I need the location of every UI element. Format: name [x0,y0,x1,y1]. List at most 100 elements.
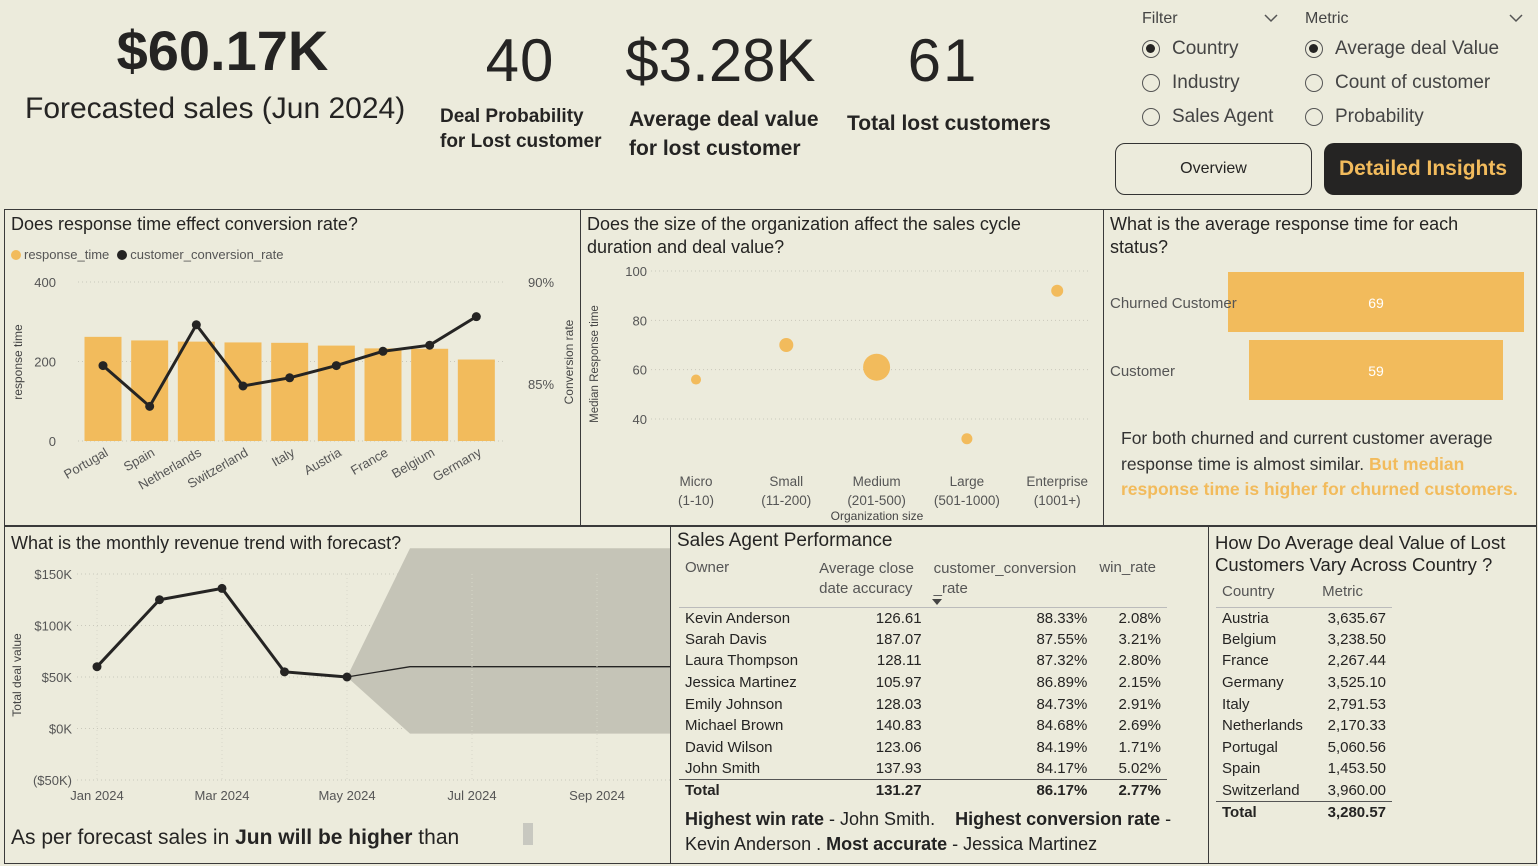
line-point [378,346,388,356]
table-row[interactable]: Switzerland 3,960.00 [1216,780,1392,802]
x-tick-label: (501-1000) [934,493,1000,508]
owner-cell: Laura Thompson [685,652,799,670]
value-cell: 87.32% [1036,652,1088,670]
x-tick-label: Portugal [61,445,111,482]
line-point [425,340,435,350]
value-cell: 128.03 [875,695,922,713]
table-row[interactable]: Kevin Anderson 126.61 88.33% 2.08% [679,607,1167,629]
scrollbar-thumb[interactable] [523,823,533,845]
line-point [191,320,201,330]
metric-option-probability[interactable]: Probability [1305,100,1523,134]
radio-icon[interactable] [1305,74,1323,92]
metric-option-average-deal-value[interactable]: Average deal Value [1305,32,1523,66]
y-axis-title: Median Response time [589,305,601,423]
country-cell: France [1222,652,1269,670]
radio-icon[interactable] [1142,40,1160,58]
x-tick-label: May 2024 [318,788,375,803]
table-row[interactable]: Italy 2,791.53 [1216,693,1392,715]
table-row[interactable]: Germany 3,525.10 [1216,672,1392,694]
detailed-insights-button[interactable]: Detailed Insights [1324,143,1522,195]
line-point [217,583,227,593]
filter-slicer: Filter Country Industry Sales Agent [1142,6,1278,134]
bar [131,340,169,441]
y-axis-title: response time [11,324,25,400]
table-row[interactable]: Netherlands 2,170.33 [1216,715,1392,737]
metric-cell: 2,791.53 [1327,695,1386,713]
column-header-conversion[interactable]: customer_conversion _rate [928,559,1094,607]
radio-icon[interactable] [1142,108,1160,126]
line-point [98,361,108,371]
value-cell: 126.61 [875,609,922,627]
metric-cell: 1,453.50 [1327,760,1386,778]
lost-customers-label: Total lost customers [847,112,1051,135]
metric-cell: 2,170.33 [1327,717,1386,735]
x-tick-label: Medium [853,474,901,489]
x-tick-label: Belgium [389,445,437,481]
y-tick-label: 200 [34,355,56,370]
filter-option-industry[interactable]: Industry [1142,66,1278,100]
column-header-country[interactable]: Country [1216,583,1316,607]
column-header-owner[interactable]: Owner [679,559,813,607]
y-tick-label: 100 [625,264,647,279]
table-row[interactable]: Spain 1,453.50 [1216,758,1392,780]
data-label: 69 [1368,295,1384,311]
country-cell: Italy [1222,695,1250,713]
chevron-down-icon[interactable] [1509,10,1523,28]
table-row[interactable]: David Wilson 123.06 84.19% 1.71% [679,737,1167,759]
response-conversion-chart: 400 200 0 90% 85% response time Conversion rat… [11,275,576,493]
x-tick-label: (11-200) [761,493,811,508]
table-row[interactable]: Emily Johnson 128.03 84.73% 2.91% [679,693,1167,715]
table-row[interactable]: Jessica Martinez 105.97 86.89% 2.15% [679,672,1167,694]
value-cell: 105.97 [875,674,922,692]
metric-cell: 3,238.50 [1327,630,1386,648]
x-tick-label: Jan 2024 [70,788,124,803]
table-row[interactable]: Austria 3,635.67 [1216,607,1392,629]
value-cell: 123.06 [875,738,922,756]
metric-option-count-of-customer[interactable]: Count of customer [1305,66,1523,100]
owner-cell: David Wilson [685,738,773,756]
table-row[interactable]: John Smith 137.93 84.17% 5.02% [679,758,1167,780]
overview-button[interactable]: Overview [1115,143,1312,195]
column-header-win-rate[interactable]: win_rate [1093,559,1167,607]
table-total-row: Total 131.27 86.17% 2.77% [679,779,1167,802]
country-cell: Spain [1222,760,1261,778]
y-tick-label: $150K [34,567,72,582]
y-tick-label: $100K [34,619,72,634]
deal-probability-label: Deal Probability for Lost customer [440,106,602,152]
chevron-down-icon[interactable] [1264,12,1278,26]
country-deal-panel: How Do Average deal Value of Lost Custom… [1208,526,1537,864]
y-tick-label: $50K [42,670,73,685]
radio-icon[interactable] [1305,40,1323,58]
table-row[interactable]: Laura Thompson 128.11 87.32% 2.80% [679,650,1167,672]
radio-icon[interactable] [1142,74,1160,92]
value-cell: 128.11 [876,652,922,670]
x-tick-label: (1-10) [678,493,714,508]
filter-option-country[interactable]: Country [1142,32,1278,66]
scatter-point [1051,284,1064,297]
metric-cell: 2,267.44 [1327,652,1386,670]
value-cell: 87.55% [1036,630,1088,648]
org-size-chart: 100 80 60 40 Median Response time Micro (1-10)… [589,264,1091,523]
bar [224,342,262,441]
sales-agent-panel: Sales Agent Performance Owner Average cl… [670,526,1210,864]
filter-option-sales-agent[interactable]: Sales Agent [1142,100,1278,134]
table-row[interactable]: Belgium 3,238.50 [1216,629,1392,651]
table-row[interactable]: Portugal 5,060.56 [1216,737,1392,759]
x-tick-label: Large [950,474,985,489]
country-cell: Germany [1222,674,1284,692]
forecast-label: Forecasted sales (Jun 2024) [25,92,406,125]
value-cell: 84.19% [1036,738,1088,756]
radio-icon[interactable] [1305,108,1323,126]
value-cell: 1.71% [1118,738,1161,756]
x-axis-title: Organization size [831,509,924,523]
column-header-accuracy[interactable]: Average close date accuracy [813,559,927,607]
table-row[interactable]: Sarah Davis 187.07 87.55% 3.21% [679,629,1167,651]
table-row[interactable]: Michael Brown 140.83 84.68% 2.69% [679,715,1167,737]
sort-descending-icon[interactable] [931,599,942,605]
value-cell: 137.93 [875,760,922,778]
column-header-metric[interactable]: Metric [1316,583,1392,607]
value-cell: 187.07 [875,630,922,648]
y-tick-label: 60 [633,363,647,378]
bar [271,342,309,441]
table-row[interactable]: France 2,267.44 [1216,650,1392,672]
